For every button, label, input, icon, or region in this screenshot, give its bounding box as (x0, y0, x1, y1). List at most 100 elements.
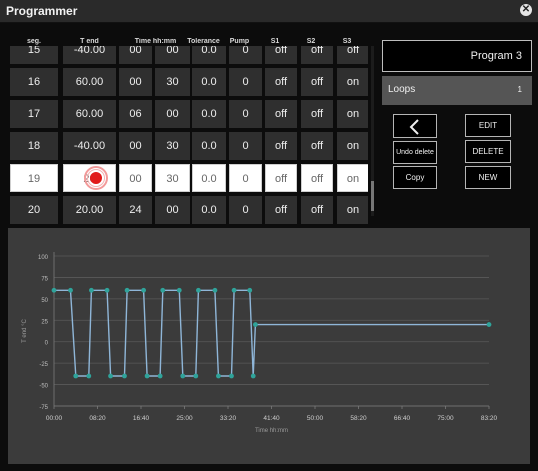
cell-s2[interactable]: off (301, 164, 333, 192)
edit-button[interactable]: EDIT (465, 114, 511, 137)
x-axis-label: Time hh:mm (255, 428, 288, 434)
cell-hh[interactable]: 24 (119, 196, 152, 224)
cell-mm[interactable]: 00 (155, 46, 190, 64)
temperature-chart: 100 75 50 25 0 -25 -50 -75 00:00 08:20 16:40 25:00 3… (8, 228, 530, 464)
table-row[interactable]: 192000300.00offoffon (8, 164, 368, 192)
cell-s2[interactable]: off (301, 132, 333, 160)
cell-tol[interactable]: 0.0 (192, 100, 226, 128)
data-point (68, 287, 73, 293)
cell-s3[interactable]: on (337, 196, 368, 224)
table-row[interactable]: 18 -40.00 00 30 0.0 0 off off on (8, 132, 368, 160)
data-point (229, 373, 234, 379)
delete-button[interactable]: DELETE (465, 140, 511, 163)
cell-seg[interactable]: 20 (10, 196, 58, 224)
column-header: S2 (306, 38, 316, 45)
cell-s3[interactable]: on (337, 100, 368, 128)
data-point (144, 373, 150, 379)
cell-tol[interactable]: 0.0 (192, 132, 226, 160)
cell-pump[interactable]: 0 (229, 100, 262, 128)
cell-tend[interactable]: 20.00 (63, 196, 116, 224)
cell-tend[interactable]: 60.00 (63, 68, 116, 96)
segment-rows: 15 -40.00 00 00 0.0 0 off off off 16 60.00 00 30 0.0 0… (8, 46, 368, 226)
cell-pump[interactable]: 0 (229, 68, 262, 96)
chart-svg: 100 75 50 25 0 -25 -50 -75 00:00 08:20 16:40 25:00 3… (22, 252, 498, 434)
cell-s1[interactable]: off (265, 196, 297, 224)
data-point (247, 287, 253, 293)
cell-s1[interactable]: off (265, 46, 297, 64)
cell-mm[interactable]: 30 (155, 132, 190, 160)
cell-tend[interactable]: -40.00 (63, 46, 116, 64)
cell-s3[interactable]: on (337, 68, 368, 96)
cell-mm[interactable]: 00 (155, 100, 190, 128)
data-point (51, 287, 57, 293)
loops-label: Loops (388, 84, 416, 95)
cell-hh[interactable]: 00 (119, 164, 152, 192)
cell-s2[interactable]: off (301, 46, 333, 64)
program-selector[interactable]: Program 3 (382, 40, 532, 72)
table-row[interactable]: 17 60.00 06 00 0.0 0 off off on (8, 100, 368, 128)
data-point (193, 373, 199, 379)
back-button[interactable] (393, 114, 437, 138)
cell-mm[interactable]: 00 (155, 196, 190, 224)
cell-mm[interactable]: 30 (155, 164, 190, 192)
undo-delete-button[interactable]: Undo delete (393, 141, 437, 164)
data-point (253, 322, 258, 327)
data-point (486, 322, 492, 327)
cell-seg[interactable]: 17 (10, 100, 58, 128)
cell-s3[interactable]: on (337, 132, 368, 160)
cell-s2[interactable]: off (301, 68, 333, 96)
data-point (231, 287, 237, 293)
cell-s2[interactable]: off (301, 196, 333, 224)
new-button[interactable]: NEW (465, 166, 511, 189)
x-tick-label: 25:00 (176, 415, 193, 422)
cell-s1[interactable]: off (265, 68, 297, 96)
cell-seg[interactable]: 15 (10, 46, 58, 64)
close-icon[interactable]: ✕ (520, 4, 532, 16)
y-tick-label: 50 (41, 298, 48, 304)
table-row[interactable]: 20 20.00 24 00 0.0 0 off off on (8, 196, 368, 224)
y-axis-label: T end °C (22, 319, 28, 343)
cell-hh[interactable]: 06 (119, 100, 152, 128)
copy-button[interactable]: Copy (393, 166, 437, 189)
scrollbar-thumb[interactable] (371, 181, 374, 211)
cell-hh[interactable]: 00 (119, 46, 152, 64)
cell-tend[interactable]: -40.00 (63, 132, 116, 160)
y-tick-label: 100 (38, 255, 49, 261)
data-point (122, 373, 127, 379)
cell-s2[interactable]: off (301, 100, 333, 128)
data-point (141, 287, 147, 293)
cell-s1[interactable]: off (265, 164, 297, 192)
cell-mm[interactable]: 30 (155, 68, 190, 96)
cell-tol[interactable]: 0.0 (192, 164, 226, 192)
cell-s3[interactable]: off (337, 46, 368, 64)
cell-tol[interactable]: 0.0 (192, 196, 226, 224)
cell-s1[interactable]: off (265, 100, 297, 128)
cell-seg[interactable]: 19 (10, 164, 58, 192)
table-scrollbar[interactable] (371, 46, 374, 216)
cell-s3[interactable]: on (337, 164, 368, 192)
loops-field[interactable]: Loops 1 (382, 76, 532, 105)
segment-table: seg. T end Time hh:mm Tolerance Pump S1 S2 S3 1… (8, 38, 368, 226)
cell-pump[interactable]: 0 (229, 132, 262, 160)
column-header: Pump (229, 38, 250, 45)
data-point (196, 287, 201, 293)
cell-seg[interactable]: 18 (10, 132, 58, 160)
data-point (250, 373, 256, 379)
table-row[interactable]: 16 60.00 00 30 0.0 0 off off on (8, 68, 368, 96)
y-tick-label: 0 (45, 341, 49, 347)
data-point (86, 373, 92, 379)
cell-s1[interactable]: off (265, 132, 297, 160)
x-tick-label: 50:00 (307, 415, 324, 422)
cell-seg[interactable]: 16 (10, 68, 58, 96)
cell-hh[interactable]: 00 (119, 132, 152, 160)
table-row[interactable]: 15 -40.00 00 00 0.0 0 off off off (8, 46, 368, 64)
cell-tend[interactable]: 60.00 (63, 100, 116, 128)
cell-tol[interactable]: 0.0 (192, 68, 226, 96)
data-point (160, 287, 166, 293)
cell-hh[interactable]: 00 (119, 68, 152, 96)
cell-pump[interactable]: 0 (229, 46, 262, 64)
cell-pump[interactable]: 0 (229, 164, 262, 192)
cell-tol[interactable]: 0.0 (192, 46, 226, 64)
chevron-left-icon (409, 119, 419, 135)
cell-pump[interactable]: 0 (229, 196, 262, 224)
